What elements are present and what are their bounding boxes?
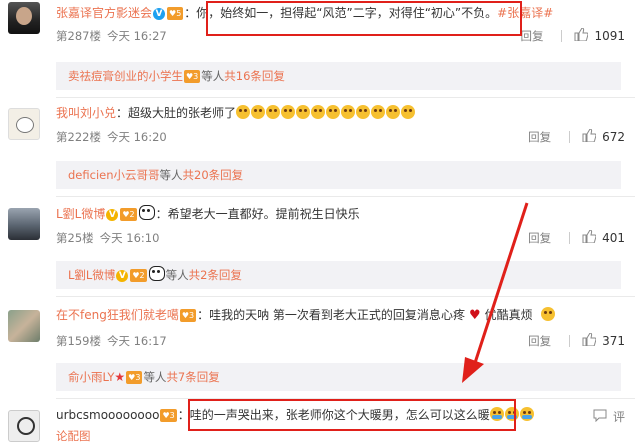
verified-icon: V xyxy=(116,270,129,282)
floor-number: 第222楼 xyxy=(56,130,101,144)
thumb-up-icon[interactable] xyxy=(582,128,597,145)
comment-username[interactable]: 在不feng狂我们就老噶 xyxy=(56,308,179,322)
fan-badge-icon: ♥3 xyxy=(184,70,201,83)
heart-icon: ♥ xyxy=(468,308,481,323)
reply-button[interactable]: 回复 xyxy=(528,129,551,145)
sub-reply-bar[interactable]: deficien小云哥哥等人共20条回复 xyxy=(56,161,621,189)
thumb-up-icon[interactable] xyxy=(574,27,589,44)
comment-link[interactable]: 评 xyxy=(613,408,625,425)
panda-icon xyxy=(148,266,165,281)
sub-reply-total[interactable]: 共16条回复 xyxy=(224,69,285,83)
fan-badge-icon: ♥2 xyxy=(120,208,137,221)
fan-badge-icon: ♥3 xyxy=(160,409,177,422)
image-link[interactable]: 论配图 xyxy=(56,429,91,443)
thumb-up-icon[interactable] xyxy=(582,332,597,349)
sub-reply-user[interactable]: 卖祛痘膏创业的小学生 xyxy=(68,69,183,83)
smile-emoji-icon xyxy=(236,105,416,120)
comment-username[interactable]: 我叫刘小兑 xyxy=(56,106,116,120)
comment-time: 今天 16:17 xyxy=(106,334,167,348)
highlight-box xyxy=(206,1,522,36)
comment-text: ：哇我的天呐 第一次看到老大正式的回复消息 xyxy=(197,308,441,322)
sub-reply-user[interactable]: L劉L微博 xyxy=(68,268,115,282)
fan-badge-icon: ♥2 xyxy=(130,269,147,282)
like-count: 401 xyxy=(602,231,625,245)
avatar[interactable] xyxy=(8,410,40,442)
comment-username[interactable]: L劉L微博 xyxy=(56,207,105,221)
avatar[interactable] xyxy=(8,2,40,34)
reply-button[interactable]: 回复 xyxy=(528,333,551,349)
comment-time: 今天 16:10 xyxy=(99,231,160,245)
smile-emoji-icon xyxy=(540,307,555,321)
comment-text: ：超级大肚的张老师了 xyxy=(116,106,237,120)
verified-icon: V xyxy=(153,8,166,20)
comment-text: ：希望老大一直都好。提前祝生日快乐 xyxy=(155,207,360,221)
verified-icon: V xyxy=(106,209,119,221)
comment-time: 今天 16:27 xyxy=(106,29,167,43)
thumb-up-icon[interactable] xyxy=(582,229,597,246)
sub-reply-total[interactable]: 共7条回复 xyxy=(166,370,219,384)
sub-reply-user[interactable]: 俞小雨LY xyxy=(68,370,114,384)
like-count: 1091 xyxy=(594,29,625,43)
highlight-box xyxy=(188,399,516,431)
fan-badge-icon: ♥3 xyxy=(126,371,143,384)
like-count: 371 xyxy=(602,334,625,348)
sub-reply-user[interactable]: deficien小云哥哥 xyxy=(68,168,160,182)
panda-icon xyxy=(138,205,155,220)
comment-time: 今天 16:20 xyxy=(106,130,167,144)
sub-reply-total[interactable]: 共2条回复 xyxy=(189,268,242,282)
reply-button[interactable]: 回复 xyxy=(520,28,543,44)
avatar[interactable] xyxy=(8,208,40,240)
floor-number: 第287楼 xyxy=(56,29,101,43)
comment-username[interactable]: urbcsmoooooooo xyxy=(56,408,159,422)
floor-number: 第25楼 xyxy=(56,231,94,245)
fan-badge-icon: ♥5 xyxy=(167,7,184,20)
avatar[interactable] xyxy=(8,310,40,342)
sub-reply-bar[interactable]: L劉L微博 V ♥2 等人共2条回复 xyxy=(56,261,621,289)
avatar[interactable] xyxy=(8,108,40,140)
fan-badge-icon: ♥3 xyxy=(179,309,197,322)
like-count: 672 xyxy=(602,130,625,144)
comment-username[interactable]: 张嘉译官方影迷会 xyxy=(56,6,152,20)
sub-reply-total[interactable]: 共20条回复 xyxy=(183,168,244,182)
sub-reply-bar[interactable]: 卖祛痘膏创业的小学生 ♥3 等人共16条回复 xyxy=(56,62,621,90)
star-icon: ★ xyxy=(114,370,126,384)
sub-reply-bar[interactable]: 俞小雨LY★ ♥3 等人共7条回复 xyxy=(56,363,621,391)
comment-icon[interactable] xyxy=(593,409,607,425)
floor-number: 第159楼 xyxy=(56,334,101,348)
reply-button[interactable]: 回复 xyxy=(528,230,551,246)
